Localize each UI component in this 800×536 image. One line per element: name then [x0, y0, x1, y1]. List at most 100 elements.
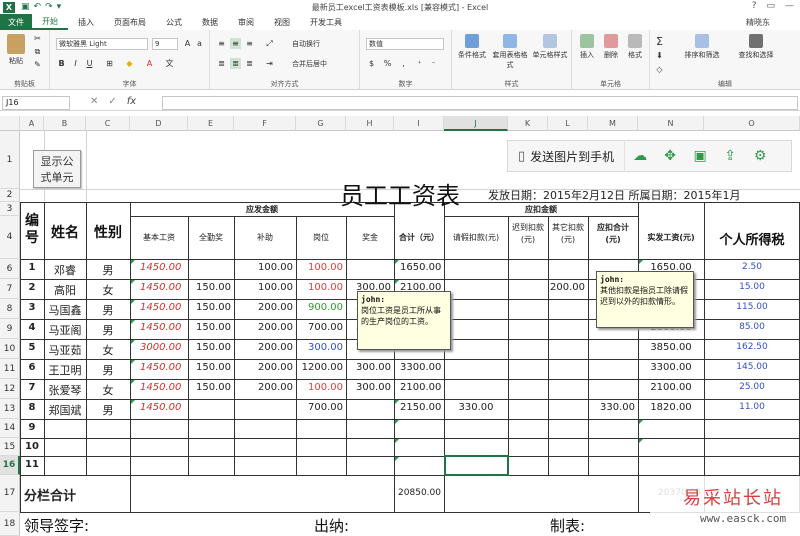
- cell-tax[interactable]: 145.00: [704, 362, 800, 372]
- find-select-button[interactable]: 查找和选择: [730, 34, 782, 60]
- row-header[interactable]: 1: [0, 131, 20, 189]
- row-header[interactable]: 10: [0, 339, 20, 359]
- send-to-phone-button[interactable]: ▯ 发送图片到手机: [508, 140, 626, 172]
- cell-gender[interactable]: 女: [86, 282, 130, 298]
- row-header[interactable]: 12: [0, 379, 20, 399]
- cell-total[interactable]: 1650.00: [394, 262, 444, 273]
- format-painter-icon[interactable]: ✎: [32, 59, 43, 70]
- name-box[interactable]: J16: [2, 96, 70, 110]
- column-header[interactable]: A: [20, 116, 44, 131]
- cell-net[interactable]: 1820.00: [638, 402, 704, 413]
- cell-tax[interactable]: 115.00: [704, 302, 800, 312]
- row-header[interactable]: 9: [0, 319, 20, 339]
- tab-file[interactable]: 文件: [0, 14, 32, 30]
- border-icon[interactable]: ⊞: [104, 58, 115, 69]
- help-icon[interactable]: ?: [752, 1, 757, 11]
- align-right-icon[interactable]: ≣: [244, 58, 255, 69]
- cut-icon[interactable]: ✂: [32, 33, 43, 44]
- worksheet[interactable]: A B C D E F G H I J K L M N O 1 2 3 4 6 …: [0, 116, 800, 536]
- cell-gender[interactable]: 女: [86, 342, 130, 358]
- cell-no[interactable]: 4: [20, 322, 44, 333]
- cell-base[interactable]: 1450.00: [130, 382, 188, 393]
- cell-name[interactable]: 郑国斌: [44, 402, 86, 418]
- row-header[interactable]: 8: [0, 299, 20, 319]
- autosum-icon[interactable]: Σ: [654, 36, 665, 47]
- cell-net[interactable]: 2100.00: [638, 382, 704, 393]
- row-header[interactable]: 2: [0, 189, 20, 202]
- cloud-icon[interactable]: ☁: [625, 140, 655, 172]
- cell-comment-post[interactable]: john: 岗位工资是员工所从事的生产岗位的工资。: [357, 291, 451, 350]
- row-number[interactable]: 11: [20, 459, 44, 470]
- tab-formulas[interactable]: 公式: [156, 14, 192, 30]
- cell-allowance[interactable]: 100.00: [234, 282, 296, 293]
- fill-icon[interactable]: ⬇: [654, 50, 665, 61]
- formula-input[interactable]: [162, 96, 798, 110]
- cell-post[interactable]: 100.00: [296, 282, 346, 293]
- column-header[interactable]: D: [130, 116, 188, 131]
- currency-icon[interactable]: $: [366, 58, 377, 69]
- clear-icon[interactable]: ◇: [654, 64, 665, 75]
- row-header[interactable]: 16: [0, 456, 20, 475]
- cell-tax[interactable]: 162.50: [704, 342, 800, 352]
- underline-icon[interactable]: U: [84, 58, 95, 69]
- bold-icon[interactable]: B: [56, 58, 67, 69]
- cell-attendance[interactable]: 150.00: [188, 342, 234, 353]
- tab-page-layout[interactable]: 页面布局: [104, 14, 156, 30]
- column-header[interactable]: F: [234, 116, 296, 131]
- row-header[interactable]: 13: [0, 399, 20, 419]
- cell-total[interactable]: 2150.00: [394, 402, 444, 413]
- cell-allowance[interactable]: 200.00: [234, 302, 296, 313]
- cell-base[interactable]: 1450.00: [130, 322, 188, 333]
- tab-review[interactable]: 审阅: [228, 14, 264, 30]
- user-name[interactable]: 精晓东: [746, 17, 770, 28]
- delete-cells-button[interactable]: 删除: [600, 34, 622, 60]
- row-number[interactable]: 9: [20, 422, 44, 433]
- cell-post[interactable]: 900.00: [296, 302, 346, 313]
- cell-gender[interactable]: 男: [86, 262, 130, 278]
- cell-post[interactable]: 700.00: [296, 322, 346, 333]
- font-size-combo[interactable]: 9: [152, 38, 178, 50]
- wrap-text-button[interactable]: 自动换行: [292, 39, 320, 49]
- row-header[interactable]: 18: [0, 512, 20, 536]
- row-header[interactable]: 6: [0, 259, 20, 279]
- row-number[interactable]: 10: [20, 441, 44, 452]
- row-header[interactable]: 15: [0, 438, 20, 456]
- font-color-icon[interactable]: A: [144, 58, 155, 69]
- share-icon[interactable]: ⇪: [715, 140, 745, 172]
- column-header[interactable]: G: [296, 116, 346, 131]
- save-icon[interactable]: ▣: [685, 140, 715, 172]
- cell-leave[interactable]: 330.00: [444, 402, 508, 413]
- cell-net[interactable]: 3850.00: [638, 342, 704, 353]
- merge-center-button[interactable]: 合并后居中: [292, 59, 327, 69]
- font-name-combo[interactable]: 微软雅黑 Light: [56, 38, 148, 50]
- column-header[interactable]: H: [346, 116, 394, 131]
- cell-allowance[interactable]: 200.00: [234, 322, 296, 333]
- sort-filter-button[interactable]: 排序和筛选: [676, 34, 728, 60]
- cell-base[interactable]: 3000.00: [130, 342, 188, 353]
- cell-no[interactable]: 5: [20, 342, 44, 353]
- tab-view[interactable]: 视图: [264, 14, 300, 30]
- phonetic-icon[interactable]: 文: [164, 58, 175, 69]
- cell-name[interactable]: 马亚茹: [44, 342, 86, 358]
- cell-bonus[interactable]: 300.00: [346, 362, 394, 373]
- subtotal-label[interactable]: 分栏合计: [24, 485, 124, 504]
- conditional-format-button[interactable]: 条件格式: [454, 34, 490, 60]
- format-cells-button[interactable]: 格式: [624, 34, 646, 60]
- cell-allowance[interactable]: 200.00: [234, 382, 296, 393]
- column-header[interactable]: O: [704, 116, 800, 131]
- cell-gender[interactable]: 女: [86, 382, 130, 398]
- column-header[interactable]: N: [638, 116, 704, 131]
- cell-allowance[interactable]: 200.00: [234, 362, 296, 373]
- column-header[interactable]: I: [394, 116, 444, 131]
- column-header[interactable]: L: [548, 116, 588, 131]
- row-header[interactable]: 7: [0, 279, 20, 299]
- cell-gender[interactable]: 男: [86, 402, 130, 418]
- cell-base[interactable]: 1450.00: [130, 302, 188, 313]
- show-formula-button[interactable]: 显示公 式单元: [33, 150, 81, 188]
- select-all-corner[interactable]: [0, 116, 20, 131]
- cell-attendance[interactable]: 150.00: [188, 282, 234, 293]
- cell-name[interactable]: 马亚阁: [44, 322, 86, 338]
- cell-no[interactable]: 3: [20, 302, 44, 313]
- tab-data[interactable]: 数据: [192, 14, 228, 30]
- paste-button[interactable]: 粘贴: [4, 34, 28, 66]
